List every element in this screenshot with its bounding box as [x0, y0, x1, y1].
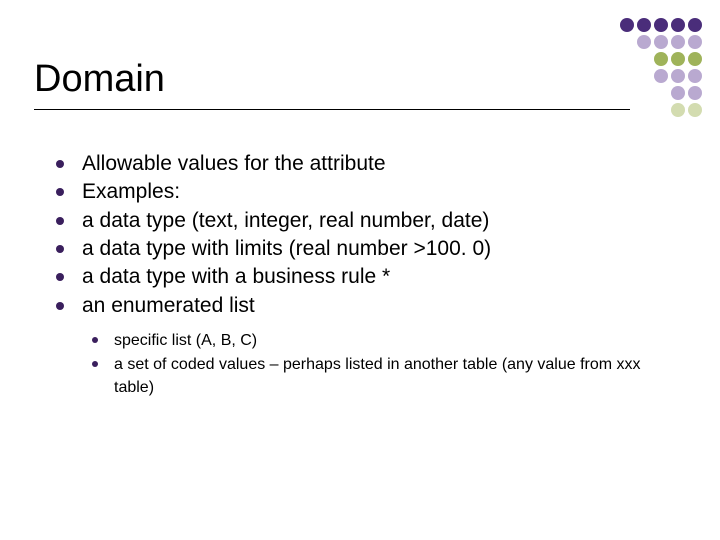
sub-bullet-list: specific list (A, B, C) a set of coded v… [88, 330, 680, 399]
list-item: an enumerated list [50, 292, 680, 320]
main-bullet-list: Allowable values for the attribute Examp… [50, 150, 680, 320]
list-item-text: a data type (text, integer, real number,… [82, 209, 489, 232]
list-item-text: a data type with limits (real number >10… [82, 237, 491, 260]
list-item-text: an enumerated list [82, 294, 255, 317]
list-item: a data type (text, integer, real number,… [50, 207, 680, 235]
slide-content: Allowable values for the attribute Examp… [50, 150, 680, 401]
title-container: Domain [34, 58, 630, 110]
list-item: Examples: [50, 178, 680, 206]
list-item: a data type with limits (real number >10… [50, 235, 680, 263]
list-item: a set of coded values – perhaps listed i… [88, 354, 680, 399]
list-item: a data type with a business rule * [50, 263, 680, 291]
list-item: specific list (A, B, C) [88, 330, 680, 352]
list-item-text: a set of coded values – perhaps listed i… [114, 356, 641, 395]
list-item-text: specific list (A, B, C) [114, 332, 257, 349]
list-item-text: a data type with a business rule * [82, 265, 390, 288]
slide-title: Domain [34, 58, 630, 101]
list-item-text: Examples: [82, 180, 180, 203]
list-item-text: Allowable values for the attribute [82, 152, 386, 175]
list-item: Allowable values for the attribute [50, 150, 680, 178]
decorative-dot-grid [620, 18, 702, 117]
